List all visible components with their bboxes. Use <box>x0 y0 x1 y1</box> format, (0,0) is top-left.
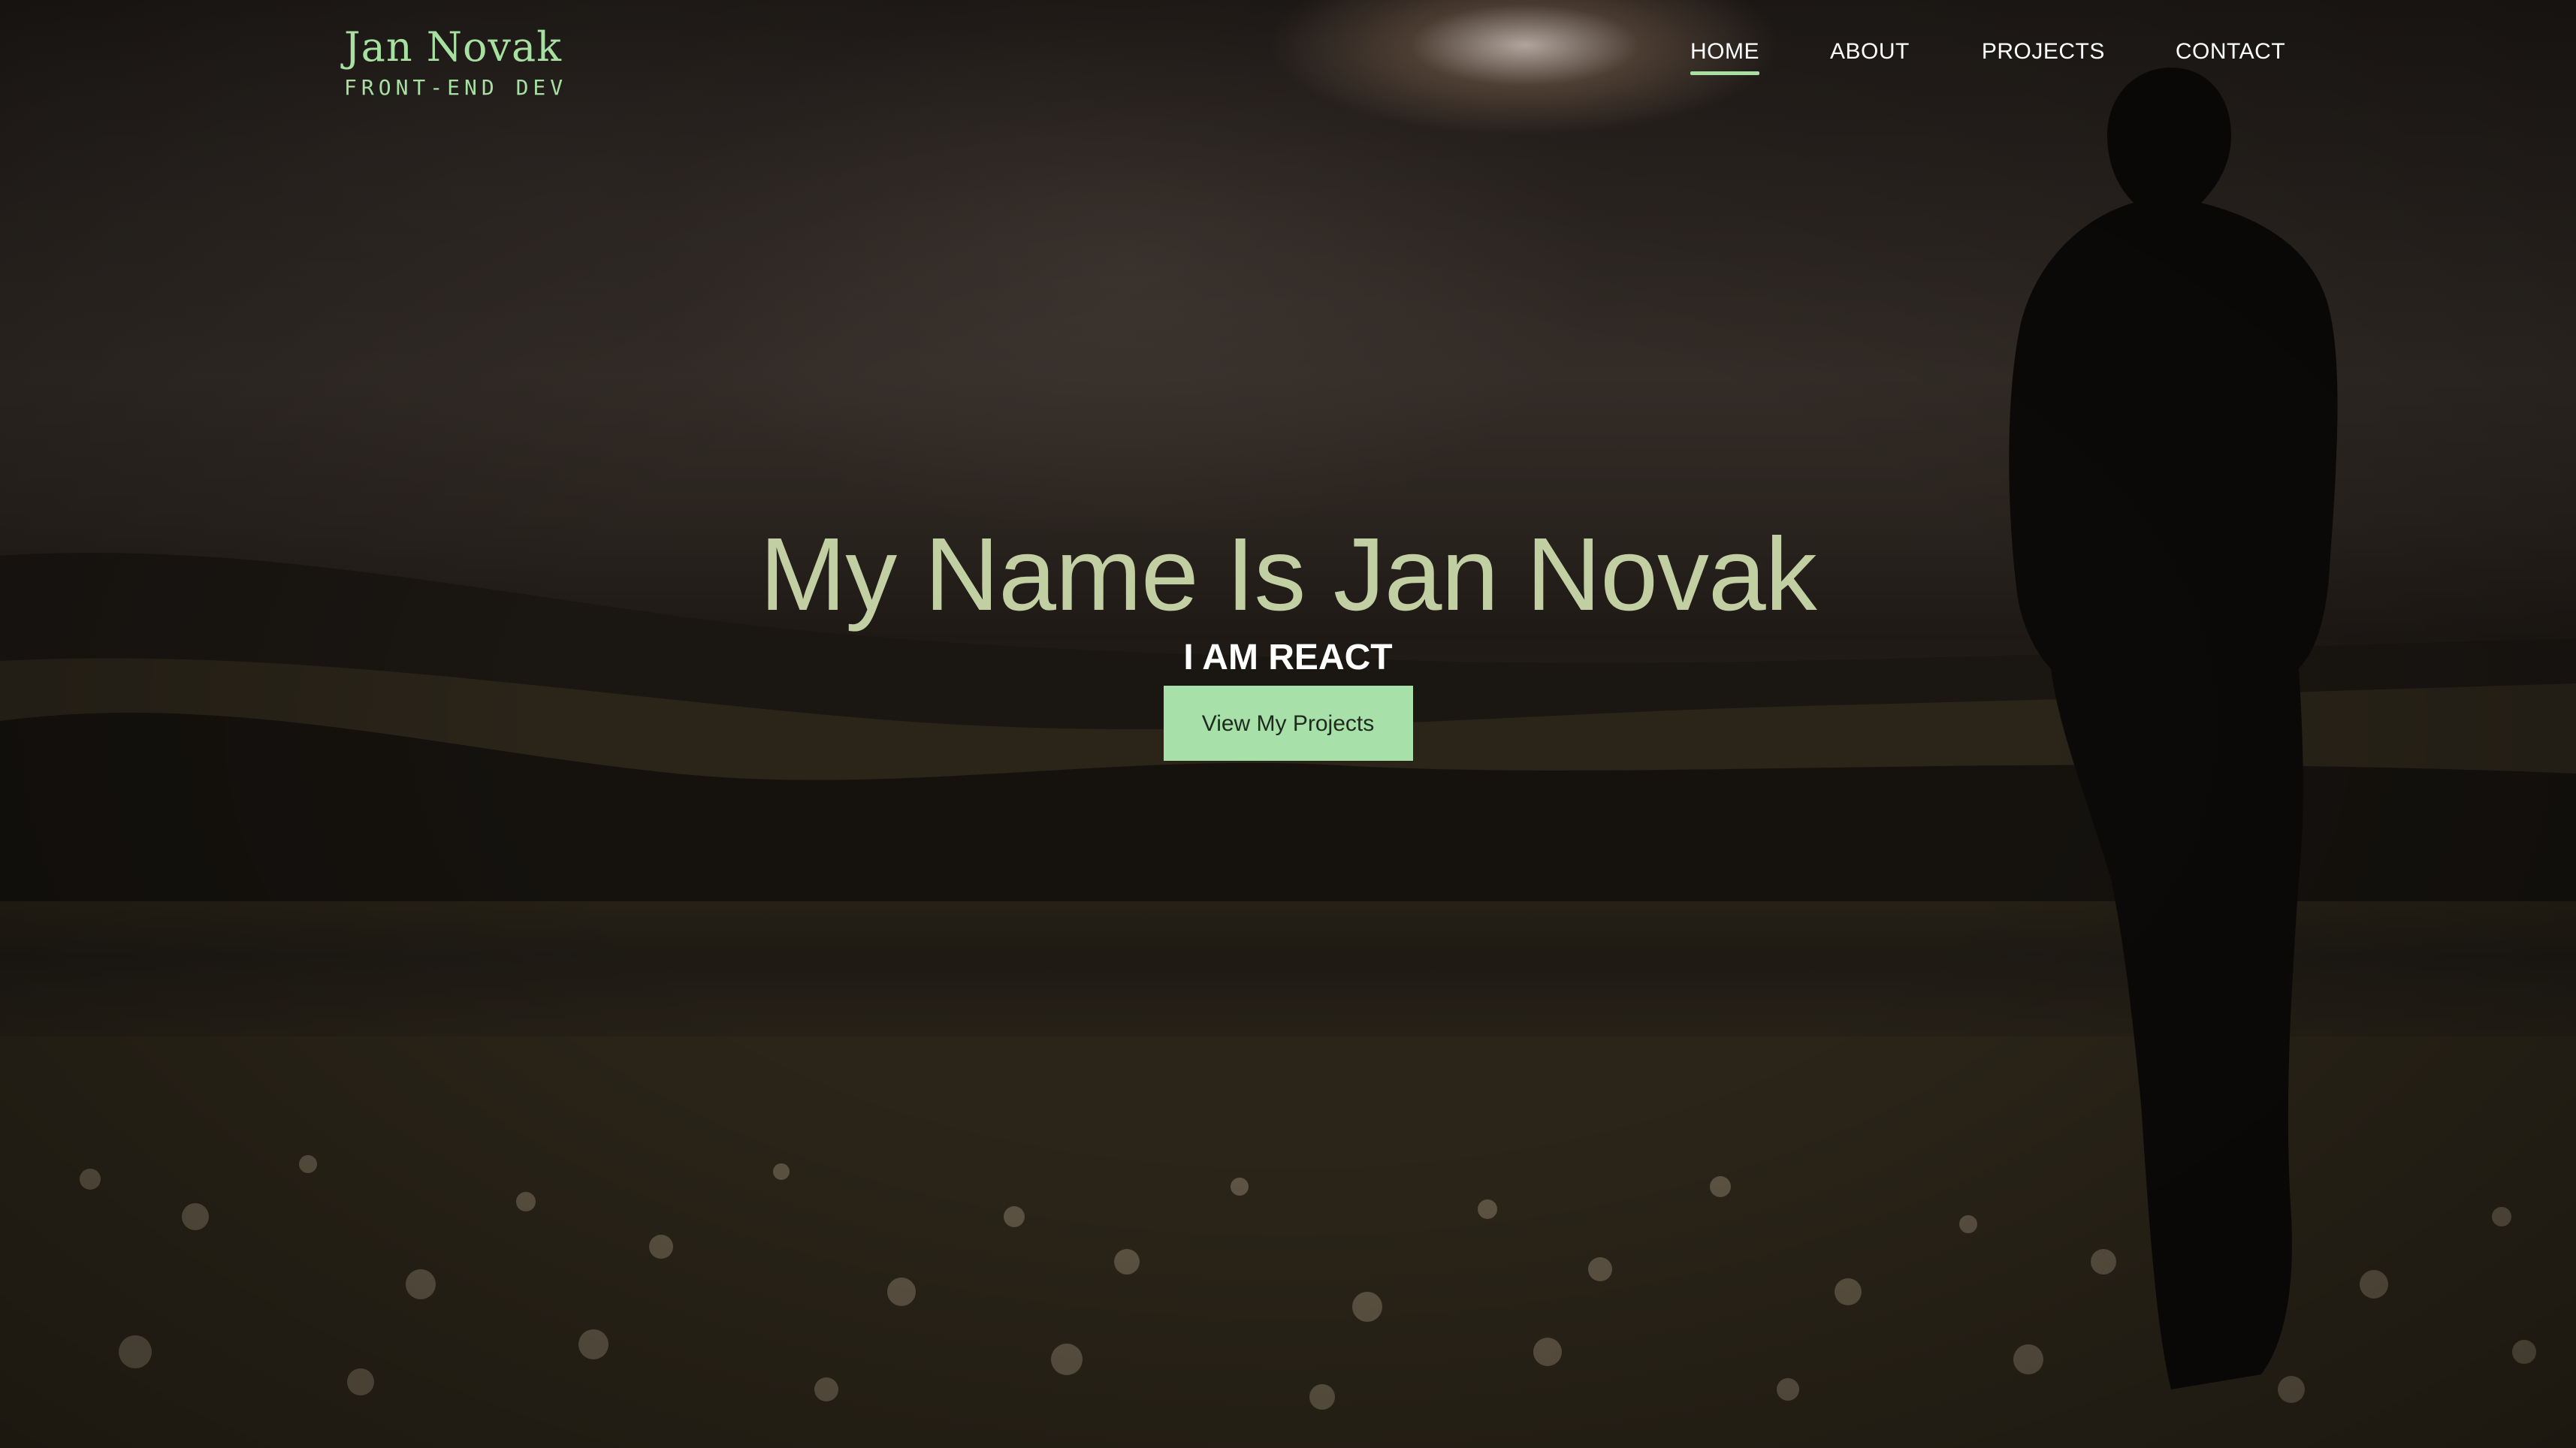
hero-subtitle: I AM REACT <box>1183 637 1393 677</box>
site-header: Jan Novak FRONT-END DEV HOME ABOUT PROJE… <box>0 0 2576 120</box>
hero-page: Jan Novak FRONT-END DEV HOME ABOUT PROJE… <box>0 0 2576 1448</box>
logo-tagline: FRONT-END DEV <box>344 75 568 100</box>
site-logo[interactable]: Jan Novak FRONT-END DEV <box>344 23 568 101</box>
nav-contact[interactable]: CONTACT <box>2176 39 2285 75</box>
hero-section: My Name Is Jan Novak I AM REACT View My … <box>0 517 2576 761</box>
nav-projects[interactable]: PROJECTS <box>1982 39 2105 75</box>
view-projects-button[interactable]: View My Projects <box>1163 685 1413 761</box>
hero-title: My Name Is Jan Novak <box>760 517 1816 632</box>
main-nav: HOME ABOUT PROJECTS CONTACT <box>1690 39 2285 75</box>
logo-name: Jan Novak <box>344 23 562 71</box>
nav-home[interactable]: HOME <box>1690 39 1759 75</box>
nav-about[interactable]: ABOUT <box>1830 39 1910 75</box>
